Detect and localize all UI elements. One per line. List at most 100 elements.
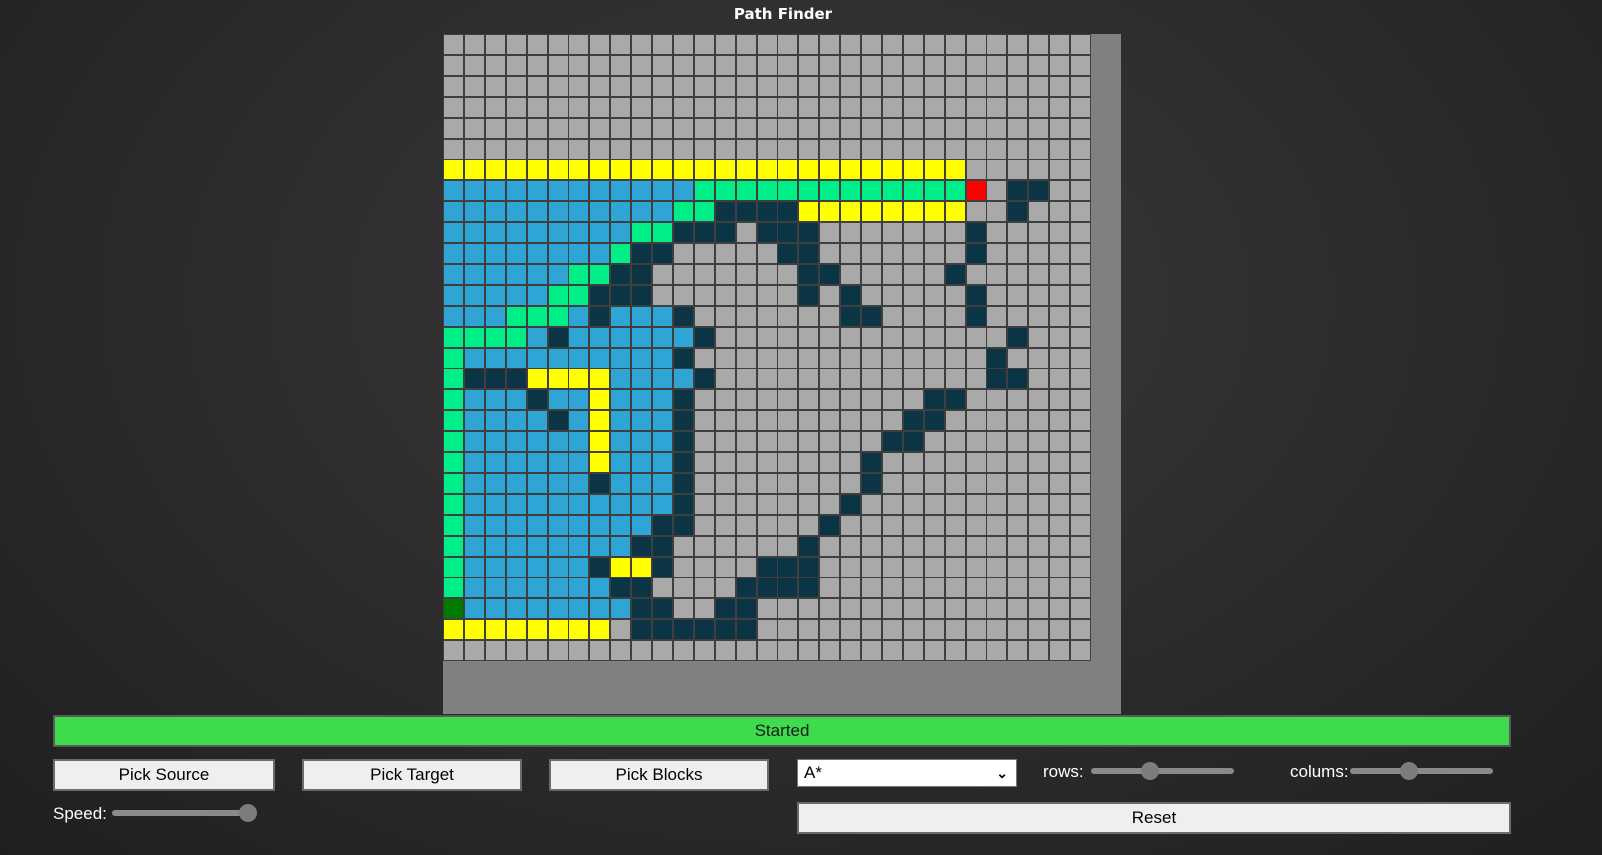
- grid-cell-empty[interactable]: [1049, 201, 1071, 223]
- grid-cell-block[interactable]: [631, 619, 653, 641]
- grid-cell-empty[interactable]: [986, 180, 1008, 202]
- grid-cell-visited[interactable]: [505, 347, 527, 369]
- grid-cell-block[interactable]: [756, 577, 778, 599]
- grid-cell-empty[interactable]: [986, 535, 1008, 557]
- grid-cell-empty[interactable]: [965, 34, 987, 55]
- grid-cell-frontier[interactable]: [902, 180, 924, 202]
- grid-cell-visited[interactable]: [526, 180, 548, 202]
- grid-cell-visited[interactable]: [568, 577, 590, 599]
- grid-cell-frontier[interactable]: [443, 514, 464, 536]
- grid-cell-block[interactable]: [798, 284, 820, 306]
- grid-cell-empty[interactable]: [443, 34, 464, 55]
- grid-cell-empty[interactable]: [1028, 347, 1050, 369]
- pick-blocks-button[interactable]: Pick Blocks: [549, 759, 769, 791]
- grid-cell-visited[interactable]: [652, 368, 673, 390]
- grid-cell-visited[interactable]: [547, 472, 569, 494]
- grid-cell-empty[interactable]: [819, 284, 841, 306]
- grid-cell-visited[interactable]: [547, 493, 569, 515]
- grid-cell-block[interactable]: [652, 598, 673, 620]
- grid-cell-empty[interactable]: [1028, 598, 1050, 620]
- grid-cell-empty[interactable]: [735, 326, 757, 348]
- grid-cell-empty[interactable]: [1028, 305, 1050, 327]
- grid-cell-frontier[interactable]: [484, 326, 506, 348]
- grid-cell-visited[interactable]: [547, 263, 569, 285]
- grid-cell-frontier[interactable]: [589, 263, 611, 285]
- grid-cell-path[interactable]: [840, 201, 862, 223]
- grid-cell-visited[interactable]: [505, 180, 527, 202]
- grid-cell-empty[interactable]: [798, 619, 820, 641]
- grid-cell-empty[interactable]: [819, 117, 841, 139]
- grid-cell-empty[interactable]: [902, 138, 924, 160]
- grid-cell-frontier[interactable]: [923, 180, 945, 202]
- grid-cell-empty[interactable]: [1007, 619, 1029, 641]
- grid-cell-visited[interactable]: [463, 222, 485, 244]
- grid-cell-path[interactable]: [944, 201, 966, 223]
- grid-cell-visited[interactable]: [631, 472, 653, 494]
- pick-target-button[interactable]: Pick Target: [302, 759, 522, 791]
- grid-cell-empty[interactable]: [965, 640, 987, 662]
- grid-cell-empty[interactable]: [986, 284, 1008, 306]
- grid-cell-empty[interactable]: [819, 452, 841, 473]
- grid-cell-empty[interactable]: [923, 138, 945, 160]
- grid-cell-empty[interactable]: [965, 117, 987, 139]
- grid-cell-empty[interactable]: [777, 410, 799, 432]
- grid-cell-frontier[interactable]: [652, 222, 673, 244]
- grid-cell-empty[interactable]: [756, 640, 778, 662]
- grid-cell-empty[interactable]: [986, 117, 1008, 139]
- grid-cell-empty[interactable]: [589, 117, 611, 139]
- grid-cell-empty[interactable]: [819, 305, 841, 327]
- grid-cell-path[interactable]: [526, 368, 548, 390]
- grid-cell-path[interactable]: [631, 556, 653, 578]
- grid-cell-block[interactable]: [944, 263, 966, 285]
- speed-slider[interactable]: [112, 804, 257, 822]
- grid-cell-visited[interactable]: [547, 389, 569, 411]
- grid-cell-empty[interactable]: [944, 431, 966, 453]
- grid-cell-empty[interactable]: [714, 410, 736, 432]
- grid-cell-visited[interactable]: [610, 368, 632, 390]
- grid-cell-empty[interactable]: [735, 96, 757, 118]
- grid-cell-visited[interactable]: [652, 493, 673, 515]
- grid-cell-empty[interactable]: [923, 556, 945, 578]
- grid-cell-empty[interactable]: [631, 640, 653, 662]
- grid-cell-empty[interactable]: [714, 535, 736, 557]
- grid-cell-empty[interactable]: [547, 138, 569, 160]
- grid-cell-empty[interactable]: [861, 117, 882, 139]
- grid-cell-visited[interactable]: [568, 431, 590, 453]
- grid-cell-visited[interactable]: [652, 326, 673, 348]
- grid-cell-empty[interactable]: [798, 389, 820, 411]
- grid-cell-empty[interactable]: [735, 54, 757, 76]
- grid-cell-empty[interactable]: [840, 368, 862, 390]
- grid-cell-empty[interactable]: [693, 431, 715, 453]
- grid-cell-empty[interactable]: [923, 263, 945, 285]
- grid-cell-block[interactable]: [693, 619, 715, 641]
- grid-cell-empty[interactable]: [1049, 556, 1071, 578]
- grid-cell-frontier[interactable]: [568, 263, 590, 285]
- grid-cell-block[interactable]: [505, 368, 527, 390]
- grid-cell-visited[interactable]: [568, 598, 590, 620]
- grid-cell-path[interactable]: [526, 619, 548, 641]
- grid-cell-visited[interactable]: [526, 263, 548, 285]
- grid-cell-empty[interactable]: [881, 535, 903, 557]
- grid-cell-empty[interactable]: [1070, 243, 1091, 264]
- grid-cell-path[interactable]: [756, 159, 778, 181]
- grid-cell-empty[interactable]: [840, 326, 862, 348]
- grid-cell-empty[interactable]: [652, 75, 673, 97]
- grid-cell-empty[interactable]: [1049, 54, 1071, 76]
- grid-cell-empty[interactable]: [923, 34, 945, 55]
- grid-cell-visited[interactable]: [505, 472, 527, 494]
- rows-slider[interactable]: [1091, 762, 1234, 780]
- grid-cell-empty[interactable]: [986, 96, 1008, 118]
- grid-cell-empty[interactable]: [1028, 117, 1050, 139]
- grid-cell-path[interactable]: [547, 368, 569, 390]
- grid-cell-empty[interactable]: [735, 138, 757, 160]
- grid-cell-empty[interactable]: [443, 640, 464, 662]
- grid-cell-empty[interactable]: [1007, 75, 1029, 97]
- grid-cell-visited[interactable]: [652, 389, 673, 411]
- grid-cell-empty[interactable]: [861, 535, 882, 557]
- grid-cell-block[interactable]: [610, 577, 632, 599]
- grid-cell-visited[interactable]: [589, 598, 611, 620]
- grid-cell-path[interactable]: [443, 159, 464, 181]
- grid-cell-empty[interactable]: [756, 54, 778, 76]
- grid-cell-path[interactable]: [777, 159, 799, 181]
- grid-cell-empty[interactable]: [526, 34, 548, 55]
